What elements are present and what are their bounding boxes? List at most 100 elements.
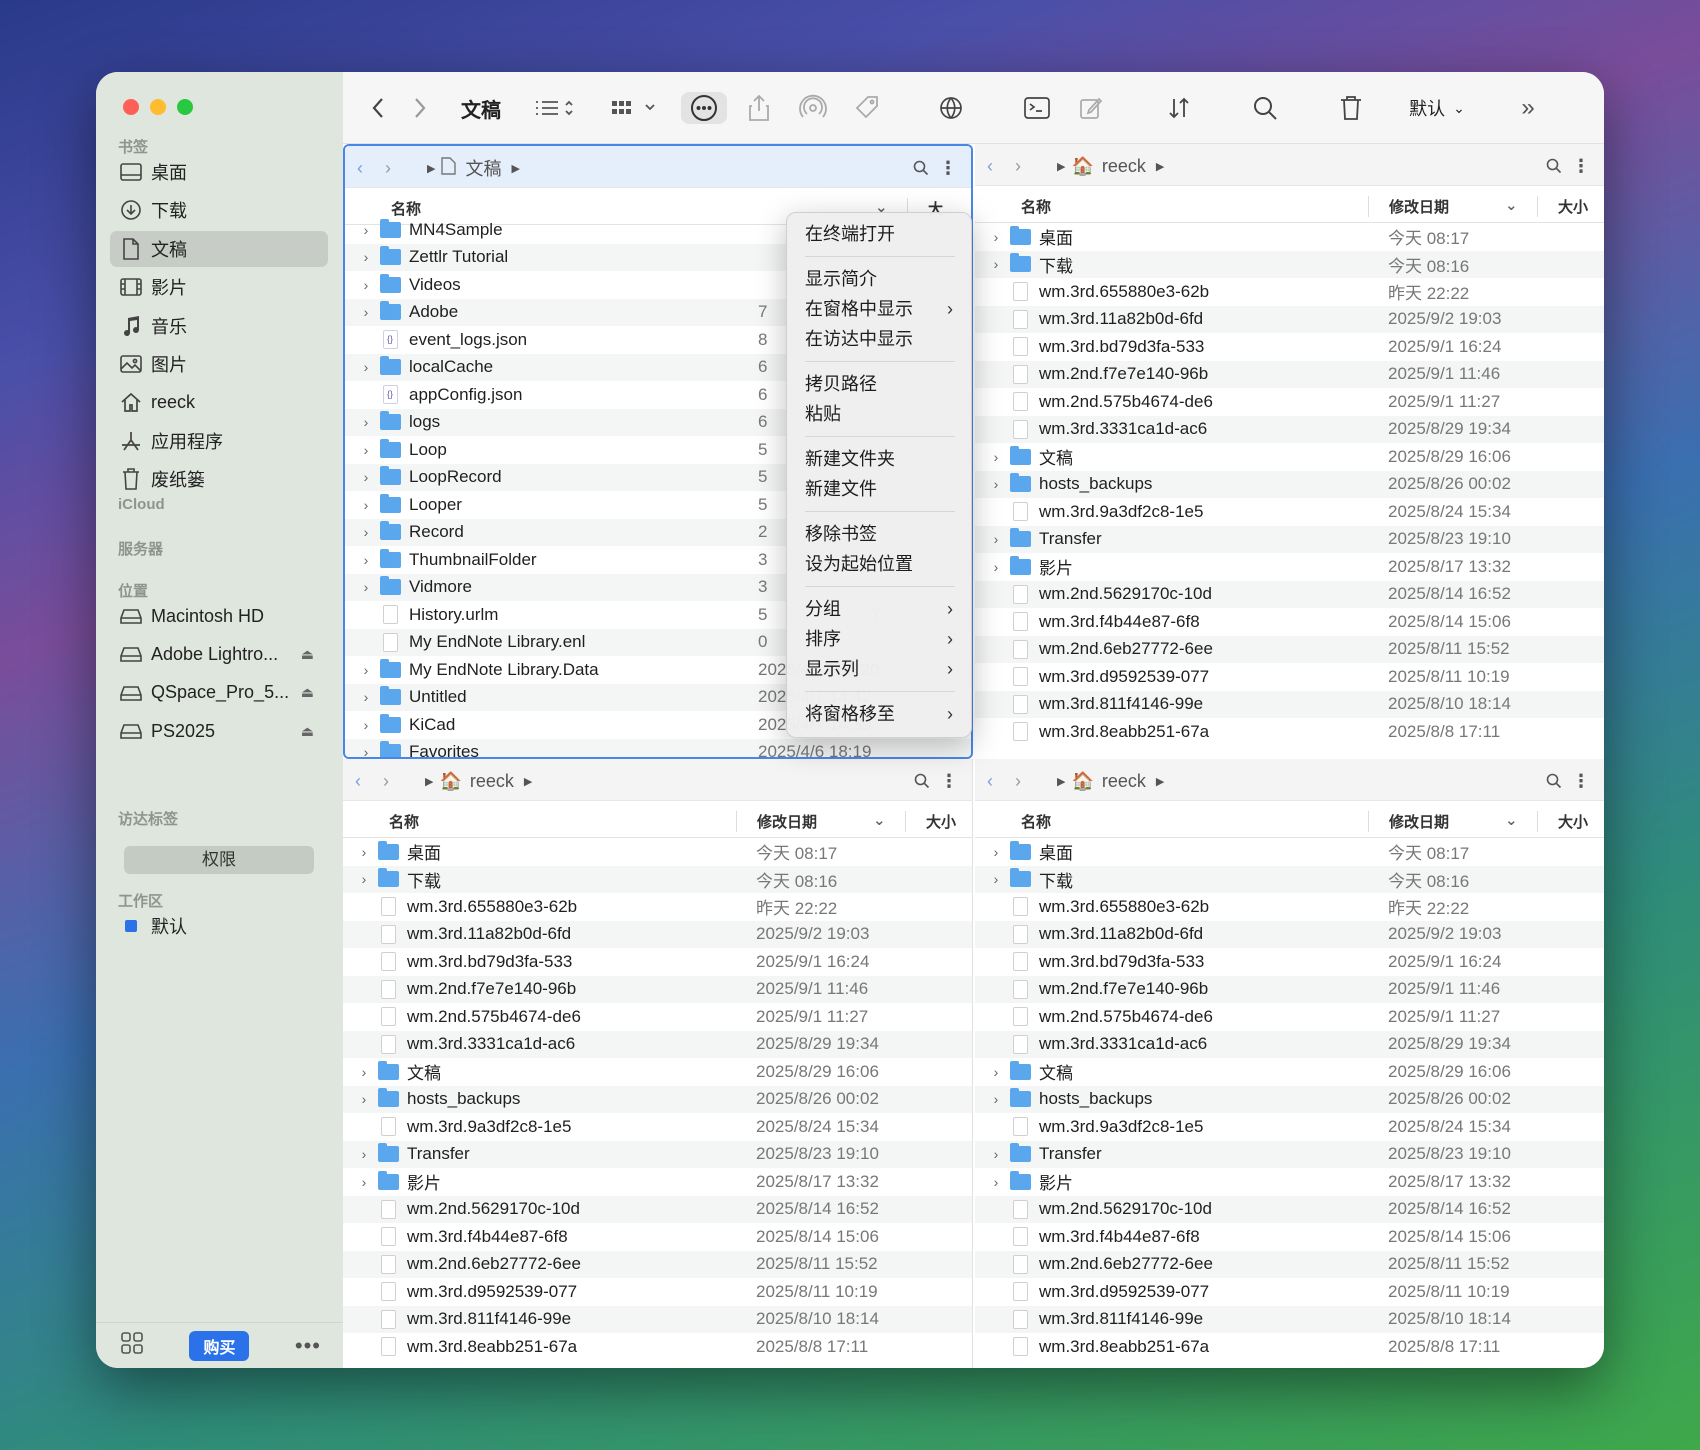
sort-chevron-icon[interactable]: ⌄ [1505,196,1518,214]
menu-item[interactable]: 在终端打开 [787,219,971,249]
breadcrumb[interactable]: ▶ 文稿 ▶ [427,155,520,181]
column-date[interactable]: 修改日期 [1368,811,1449,832]
sidebar-item-home[interactable]: reeck [110,384,328,420]
share-icon[interactable] [741,92,777,124]
disclosure-chevron-icon[interactable]: › [359,524,373,540]
disclosure-chevron-icon[interactable]: › [989,1174,1003,1190]
table-row[interactable]: wm.2nd.575b4674-de6 2025/9/1 11:27 [975,388,1604,416]
disclosure-chevron-icon[interactable]: › [989,229,1003,245]
section-icloud[interactable]: iCloud [118,496,165,513]
breadcrumb[interactable]: ▶ 🏠 reeck ▶ [1057,768,1164,794]
menu-item[interactable]: 排序 › [787,624,971,654]
tag-icon[interactable] [849,92,885,124]
pane-search-icon[interactable] [914,768,930,794]
back-icon[interactable] [363,92,393,124]
disclosure-chevron-icon[interactable]: › [989,559,1003,575]
forward-icon[interactable] [405,92,435,124]
table-row[interactable]: › 桌面 今天 08:17 [343,838,972,866]
table-row[interactable]: wm.2nd.6eb27772-6ee 2025/8/11 15:52 [975,635,1604,663]
sidebar-item-download[interactable]: 下载 [110,192,328,228]
terminal-icon[interactable] [1019,92,1055,124]
menu-item[interactable]: 移除书签 [787,519,971,549]
edit-icon[interactable] [1073,92,1109,124]
menu-item[interactable]: 显示列 › [787,654,971,684]
table-row[interactable]: wm.3rd.655880e3-62b 昨天 22:22 [975,278,1604,306]
disclosure-chevron-icon[interactable]: › [989,449,1003,465]
disclosure-chevron-icon[interactable]: › [357,844,371,860]
disclosure-chevron-icon[interactable]: › [357,1091,371,1107]
table-row[interactable]: wm.2nd.6eb27772-6ee 2025/8/11 15:52 [343,1250,972,1278]
table-row[interactable]: wm.3rd.f4b44e87-6f8 2025/8/14 15:06 [343,1223,972,1251]
location-item[interactable]: QSpace_Pro_5... ⏏ [110,675,328,711]
disclosure-chevron-icon[interactable]: › [359,662,373,678]
table-row[interactable]: wm.2nd.f7e7e140-96b 2025/9/1 11:46 [975,360,1604,388]
table-row[interactable]: wm.3rd.11a82b0d-6fd 2025/9/2 19:03 [975,920,1604,948]
action-menu-icon[interactable] [681,92,727,124]
section-servers[interactable]: 服务器 [118,538,163,559]
pane-search-icon[interactable] [1546,768,1562,794]
column-name[interactable]: 名称 [1021,811,1051,832]
table-row[interactable]: wm.3rd.bd79d3fa-533 2025/9/1 16:24 [343,948,972,976]
disclosure-chevron-icon[interactable]: › [359,442,373,458]
disclosure-chevron-icon[interactable]: › [357,1146,371,1162]
disclosure-chevron-icon[interactable]: › [359,469,373,485]
location-item[interactable]: Adobe Lightro... ⏏ [110,636,328,672]
table-row[interactable]: › 文稿 2025/8/29 16:06 [343,1058,972,1086]
disclosure-chevron-icon[interactable]: › [359,744,373,757]
table-row[interactable]: wm.3rd.811f4146-99e 2025/8/10 18:14 [975,690,1604,718]
table-row[interactable]: › 文稿 2025/8/29 16:06 [975,1058,1604,1086]
location-item[interactable]: PS2025 ⏏ [110,713,328,749]
table-row[interactable]: wm.3rd.9a3df2c8-1e5 2025/8/24 15:34 [975,1113,1604,1141]
column-size[interactable]: 大小 [1537,811,1588,832]
pane-back-icon[interactable]: ‹ [987,768,993,794]
table-row[interactable]: wm.2nd.5629170c-10d 2025/8/14 16:52 [975,580,1604,608]
breadcrumb[interactable]: ▶ 🏠 reeck ▶ [425,768,532,794]
column-date[interactable]: 修改日期 [1368,196,1449,217]
workspace-dropdown[interactable]: 默认 ⌄ [1401,92,1473,124]
disclosure-chevron-icon[interactable]: › [359,359,373,375]
sidebar-item-desktop[interactable]: 桌面 [110,154,328,190]
table-row[interactable]: wm.3rd.f4b44e87-6f8 2025/8/14 15:06 [975,608,1604,636]
table-row[interactable]: › hosts_backups 2025/8/26 00:02 [343,1085,972,1113]
pane-forward-icon[interactable]: › [385,155,391,181]
table-row[interactable]: wm.3rd.3331ca1d-ac6 2025/8/29 19:34 [975,415,1604,443]
disclosure-chevron-icon[interactable]: › [989,256,1003,272]
table-row[interactable]: wm.3rd.811f4146-99e 2025/8/10 18:14 [975,1305,1604,1333]
tag-permission[interactable]: 权限 [124,846,314,874]
column-size[interactable]: 大小 [1537,196,1588,217]
sidebar-item-document[interactable]: 文稿 [110,230,328,267]
table-row[interactable]: wm.2nd.f7e7e140-96b 2025/9/1 11:46 [975,975,1604,1003]
grid-apps-icon[interactable] [120,1331,144,1360]
menu-item[interactable]: 将窗格移至 › [787,699,971,729]
pane-back-icon[interactable]: ‹ [355,768,361,794]
workspace-default[interactable]: 默认 [110,908,328,944]
disclosure-chevron-icon[interactable]: › [359,414,373,430]
column-name[interactable]: 名称 [1021,196,1051,217]
table-row[interactable]: › Transfer 2025/8/23 19:10 [975,525,1604,553]
table-row[interactable]: › hosts_backups 2025/8/26 00:02 [975,470,1604,498]
table-row[interactable]: wm.3rd.3331ca1d-ac6 2025/8/29 19:34 [343,1030,972,1058]
table-row[interactable]: wm.3rd.f4b44e87-6f8 2025/8/14 15:06 [975,1223,1604,1251]
disclosure-chevron-icon[interactable]: › [989,531,1003,547]
table-row[interactable]: › hosts_backups 2025/8/26 00:02 [975,1085,1604,1113]
table-row[interactable]: wm.3rd.bd79d3fa-533 2025/9/1 16:24 [975,333,1604,361]
table-row[interactable]: › Transfer 2025/8/23 19:10 [975,1140,1604,1168]
table-row[interactable]: wm.2nd.575b4674-de6 2025/9/1 11:27 [343,1003,972,1031]
pane-more-icon[interactable]: ⋮ [940,768,958,794]
breadcrumb[interactable]: ▶ 🏠 reeck ▶ [1057,153,1164,179]
pane-more-icon[interactable]: ⋮ [1572,153,1590,179]
table-row[interactable]: wm.2nd.6eb27772-6ee 2025/8/11 15:52 [975,1250,1604,1278]
table-row[interactable]: wm.3rd.8eabb251-67a 2025/8/8 17:11 [343,1333,972,1361]
column-date[interactable]: 修改日期 [736,811,817,832]
table-row[interactable]: › 下载 今天 08:16 [975,250,1604,278]
table-row[interactable]: › 桌面 今天 08:17 [975,838,1604,866]
menu-item[interactable]: 粘贴 [787,399,971,429]
disclosure-chevron-icon[interactable]: › [359,717,373,733]
pane-forward-icon[interactable]: › [383,768,389,794]
sidebar-item-photo[interactable]: 图片 [110,346,328,382]
table-row[interactable]: wm.3rd.811f4146-99e 2025/8/10 18:14 [343,1305,972,1333]
table-row[interactable]: wm.3rd.d9592539-077 2025/8/11 10:19 [343,1278,972,1306]
sort-icon[interactable] [1161,92,1197,124]
pane-forward-icon[interactable]: › [1015,153,1021,179]
close-button[interactable] [123,99,139,115]
